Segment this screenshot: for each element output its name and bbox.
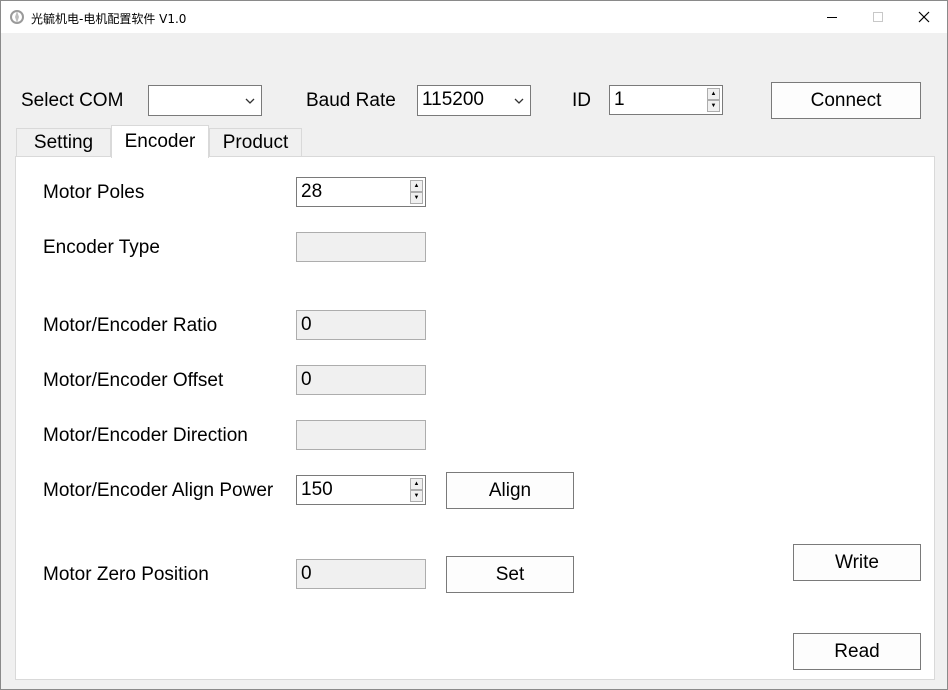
- select-com-label: Select COM: [21, 90, 124, 111]
- tab-product[interactable]: Product: [209, 128, 302, 157]
- id-label: ID: [572, 90, 591, 111]
- select-com-dropdown[interactable]: [148, 85, 262, 116]
- window-title: 光毓机电-电机配置软件 V1.0: [31, 12, 187, 26]
- align-power-spin-buttons: ▲ ▼: [410, 478, 423, 502]
- encoder-panel: [15, 156, 935, 680]
- baud-rate-value: 115200: [422, 89, 484, 110]
- motor-poles-spin-buttons: ▲ ▼: [410, 180, 423, 204]
- chevron-down-icon: [514, 98, 524, 104]
- zero-position-label: Motor Zero Position: [43, 564, 209, 585]
- id-spin-buttons: ▲ ▼: [707, 88, 720, 112]
- app-window: 光毓机电-电机配置软件 V1.0 Select COM Baud Rate 11…: [0, 0, 948, 690]
- set-button[interactable]: Set: [446, 556, 574, 593]
- spin-down-icon[interactable]: ▼: [707, 100, 720, 112]
- direction-field: [296, 420, 426, 450]
- encoder-type-label: Encoder Type: [43, 237, 160, 258]
- spin-up-icon[interactable]: ▲: [707, 88, 720, 100]
- spin-up-icon[interactable]: ▲: [410, 180, 423, 192]
- motor-poles-value: 28: [301, 181, 323, 202]
- zero-position-field: 0: [296, 559, 426, 589]
- align-power-value: 150: [301, 479, 333, 500]
- direction-label: Motor/Encoder Direction: [43, 425, 248, 446]
- tab-setting[interactable]: Setting: [16, 128, 111, 157]
- title-bar[interactable]: 光毓机电-电机配置软件 V1.0: [1, 1, 947, 33]
- offset-label: Motor/Encoder Offset: [43, 370, 224, 391]
- minimize-icon: [827, 17, 837, 18]
- motor-poles-label: Motor Poles: [43, 182, 145, 203]
- zero-position-value: 0: [301, 563, 312, 584]
- offset-value: 0: [301, 369, 312, 390]
- align-button[interactable]: Align: [446, 472, 574, 509]
- spin-up-icon[interactable]: ▲: [410, 478, 423, 490]
- connect-button[interactable]: Connect: [771, 82, 921, 119]
- maximize-icon: [873, 12, 883, 22]
- baud-rate-dropdown[interactable]: 115200: [417, 85, 531, 116]
- chevron-down-icon: [245, 98, 255, 104]
- align-power-label: Motor/Encoder Align Power: [43, 480, 274, 501]
- ratio-field: 0: [296, 310, 426, 340]
- align-power-spinbox[interactable]: 150 ▲ ▼: [296, 475, 426, 505]
- maximize-button: [855, 1, 901, 33]
- encoder-type-field: [296, 232, 426, 262]
- id-spinbox[interactable]: 1 ▲ ▼: [609, 85, 723, 115]
- offset-field: 0: [296, 365, 426, 395]
- ratio-value: 0: [301, 314, 312, 335]
- write-button[interactable]: Write: [793, 544, 921, 581]
- motor-poles-spinbox[interactable]: 28 ▲ ▼: [296, 177, 426, 207]
- ratio-label: Motor/Encoder Ratio: [43, 315, 218, 336]
- close-button[interactable]: [901, 1, 947, 33]
- id-value: 1: [614, 89, 625, 110]
- read-button[interactable]: Read: [793, 633, 921, 670]
- minimize-button[interactable]: [809, 1, 855, 33]
- close-icon: [918, 11, 930, 23]
- app-logo-icon: [10, 10, 24, 24]
- tab-encoder[interactable]: Encoder: [111, 125, 209, 158]
- spin-down-icon[interactable]: ▼: [410, 192, 423, 204]
- spin-down-icon[interactable]: ▼: [410, 490, 423, 502]
- baud-rate-label: Baud Rate: [306, 90, 396, 111]
